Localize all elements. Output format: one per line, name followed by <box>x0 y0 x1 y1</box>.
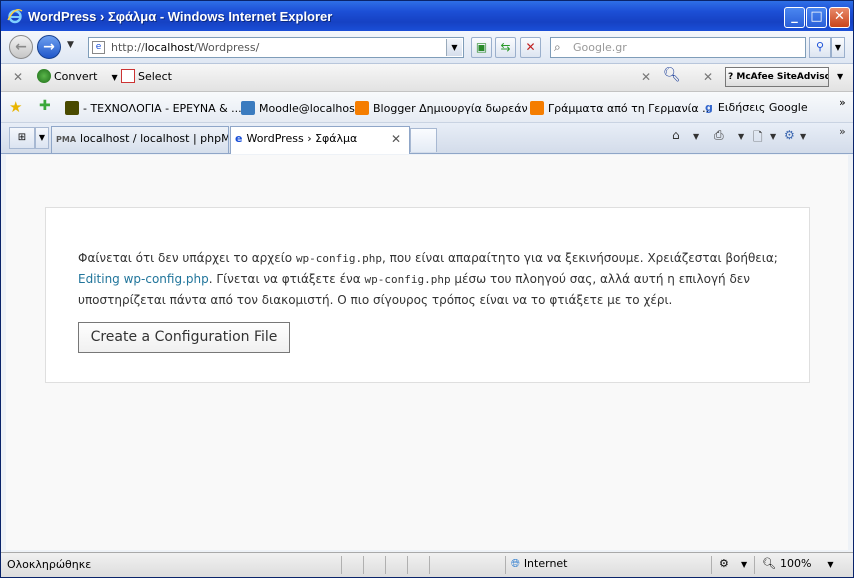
back-button[interactable]: ← <box>9 35 33 59</box>
convert-icon <box>37 69 51 83</box>
home-dropdown-icon[interactable]: ▼ <box>693 132 699 141</box>
page-icon: e <box>92 41 105 54</box>
status-divider <box>363 556 364 574</box>
page-dropdown-icon[interactable]: ▼ <box>770 132 776 141</box>
status-divider <box>429 556 430 574</box>
magnifier-icon[interactable]: 🔍︎ <box>663 67 681 83</box>
status-divider <box>754 556 755 574</box>
favorites-star-icon[interactable]: ★ <box>9 98 22 116</box>
recent-pages-dropdown[interactable]: ▼ <box>67 40 74 50</box>
favorite-link-2[interactable]: Moodle@localhost <box>241 101 359 115</box>
favorite-site-icon <box>65 101 79 115</box>
tab-bar: ⊞ ▼ PMAlocalhost / localhost | phpMy... … <box>1 123 853 154</box>
security-zone[interactable]: 🌐︎ Internet <box>511 557 568 571</box>
setup-config-panel: Φαίνεται ότι δεν υπάρχει το αρχείο wp-co… <box>45 207 810 383</box>
help-icon: ? <box>728 72 734 82</box>
moodle-icon <box>241 101 255 115</box>
page-icon: ▣ <box>475 40 488 54</box>
page-menu-icon[interactable]: 🗋︎ <box>753 128 763 149</box>
compatibility-view-button[interactable]: ▣ <box>471 37 492 58</box>
address-toolbar: ← → ▼ e http://localhost/Wordpress/ ▼ ▣ … <box>1 31 853 64</box>
status-divider <box>407 556 408 574</box>
tab-list-dropdown[interactable]: ▼ <box>35 127 49 149</box>
mcafee-siteadvisor-button[interactable]: ? McAfee SiteAdvisor <box>725 67 829 87</box>
browser-window: WordPress › Σφάλμα - Windows Internet Ex… <box>0 0 854 578</box>
search-icon: ⚲ <box>815 40 825 53</box>
search-input[interactable]: Google.gr <box>573 41 627 54</box>
favorites-overflow-icon[interactable]: » <box>839 96 846 109</box>
search-options-dropdown[interactable]: ▼ <box>831 37 845 58</box>
window-title: WordPress › Σφάλμα - Windows Internet Ex… <box>28 9 333 24</box>
protected-mode-icon[interactable]: ⚙ <box>719 557 729 570</box>
zoom-icon: 🔍︎ <box>762 557 776 570</box>
globe-icon: 🌐︎ <box>511 557 520 570</box>
favorite-link-3[interactable]: Blogger Δημιουργία δωρεάν ... <box>355 101 542 115</box>
status-divider <box>711 556 712 574</box>
favorite-link-5[interactable]: g Ειδήσεις Google <box>705 101 808 114</box>
print-dropdown-icon[interactable]: ▼ <box>738 132 744 141</box>
convert-button[interactable]: Convert ▼ <box>37 69 118 83</box>
status-divider <box>385 556 386 574</box>
address-url[interactable]: http://localhost/Wordpress/ <box>111 41 259 54</box>
close-window-button[interactable]: ✕ <box>829 7 850 28</box>
status-bar: Ολοκληρώθηκε 🌐︎ Internet ⚙ ▼ 🔍︎ 100% ▼ <box>1 552 853 577</box>
title-bar: WordPress › Σφάλμα - Windows Internet Ex… <box>1 1 853 31</box>
favorite-link-4[interactable]: Γράμματα από τη Γερμανία ... <box>530 101 713 115</box>
favorites-bar: ★ ✚ - ΤΕΧΝΟΛΟΓΙΑ - ΕΡΕΥΝΑ & ... Moodle@l… <box>1 92 853 123</box>
minimize-button[interactable]: _ <box>784 7 805 28</box>
refresh-icon: ⇆ <box>500 40 511 54</box>
quick-tabs-button[interactable]: ⊞ <box>9 127 35 149</box>
print-icon[interactable]: ⎙ <box>714 128 724 143</box>
tools-gear-icon[interactable]: ⚙ <box>784 128 795 142</box>
refresh-button[interactable]: ⇆ <box>495 37 516 58</box>
close-tab-icon[interactable]: ✕ <box>391 127 401 151</box>
quick-tabs-icon: ⊞ <box>17 132 27 143</box>
favorite-link-1[interactable]: - ΤΕΧΝΟΛΟΓΙΑ - ΕΡΕΥΝΑ & ... <box>65 101 242 115</box>
home-icon[interactable]: ⌂ <box>672 128 680 142</box>
editing-wp-config-link[interactable]: Editing wp-config.php <box>78 272 209 286</box>
zoom-dropdown-icon[interactable]: ▼ <box>827 560 833 569</box>
maximize-button[interactable]: □ <box>806 7 827 28</box>
status-divider <box>341 556 342 574</box>
toolbar-dropdown-icon[interactable]: ▼ <box>837 72 843 81</box>
phpmyadmin-icon: PMA <box>56 135 77 144</box>
select-icon <box>121 69 135 83</box>
add-favorite-icon[interactable]: ✚ <box>39 98 51 114</box>
stop-icon: ✕ <box>525 40 536 54</box>
tab-phpmyadmin[interactable]: PMAlocalhost / localhost | phpMy... <box>51 126 229 153</box>
stop-button[interactable]: ✕ <box>520 37 541 58</box>
search-button[interactable]: ⚲ <box>809 37 831 58</box>
blogger-icon <box>530 101 544 115</box>
select-button[interactable]: Select <box>121 69 172 83</box>
blogger-icon <box>355 101 369 115</box>
search-box[interactable]: ⌕ Google.gr <box>550 37 806 58</box>
tab-wordpress[interactable]: e WordPress › Σφάλμα ✕ <box>230 126 410 154</box>
close-toolbar-icon[interactable]: ✕ <box>13 70 23 84</box>
close-toolbar-icon[interactable]: ✕ <box>703 70 713 84</box>
tools-dropdown-icon[interactable]: ▼ <box>800 132 806 141</box>
missing-config-message: Φαίνεται ότι δεν υπάρχει το αρχείο wp-co… <box>78 251 778 307</box>
command-overflow-icon[interactable]: » <box>839 125 846 138</box>
close-toolbar-icon[interactable]: ✕ <box>641 70 651 84</box>
zoom-control[interactable]: 🔍︎ 100% ▼ <box>762 557 834 570</box>
addon-toolbar: ✕ Convert ▼ Select ✕ 🔍︎ ✕ ? McAfee SiteAd… <box>1 64 853 92</box>
status-text: Ολοκληρώθηκε <box>7 558 92 571</box>
ie-page-icon: e <box>235 132 243 145</box>
forward-button[interactable]: → <box>37 35 61 59</box>
new-tab-button[interactable] <box>410 128 437 152</box>
address-dropdown-button[interactable]: ▼ <box>446 39 462 56</box>
convert-dropdown-icon[interactable]: ▼ <box>112 73 118 82</box>
forward-arrow-icon: → <box>43 39 55 55</box>
page-content: Φαίνεται ότι δεν υπάρχει το αρχείο wp-co… <box>6 155 848 550</box>
status-divider <box>505 556 506 574</box>
google-g-icon: g <box>705 101 713 114</box>
back-arrow-icon: ← <box>15 39 27 55</box>
ie-logo-icon <box>7 8 23 24</box>
address-bar[interactable]: e http://localhost/Wordpress/ ▼ <box>88 37 464 58</box>
search-provider-icon: ⌕ <box>554 40 561 54</box>
protected-mode-dropdown-icon[interactable]: ▼ <box>741 560 747 569</box>
create-configuration-file-button[interactable]: Create a Configuration File <box>78 322 290 353</box>
